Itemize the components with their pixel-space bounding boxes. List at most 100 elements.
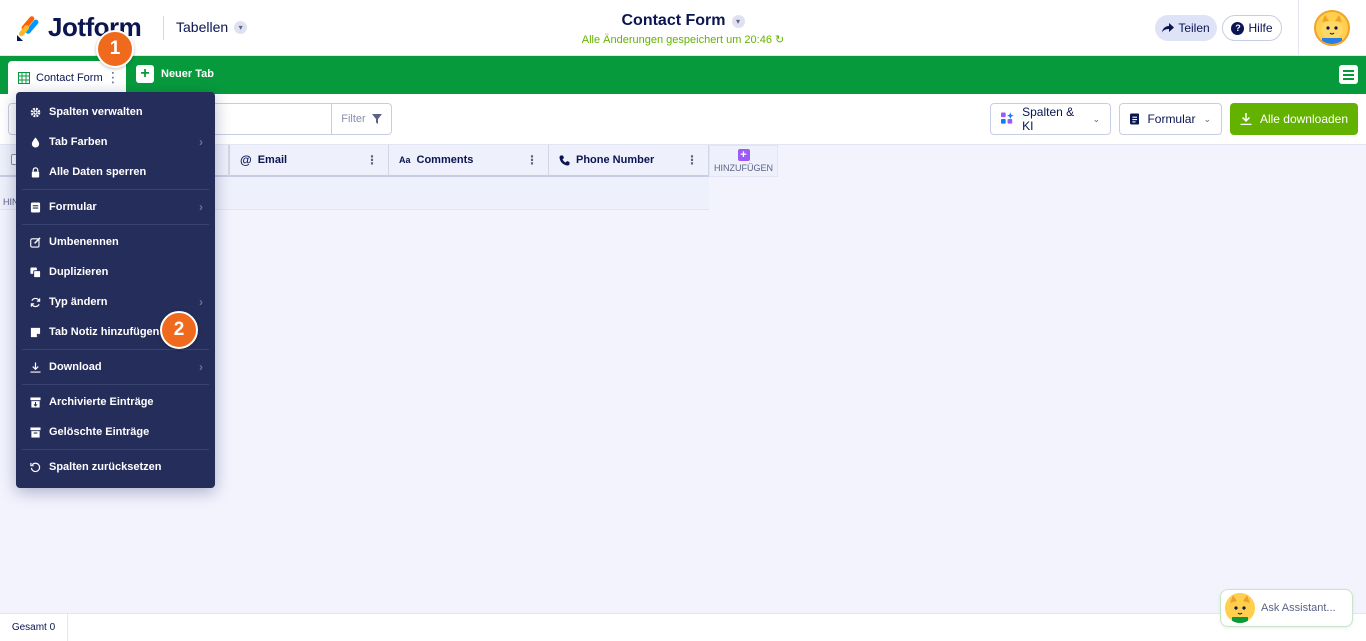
menu-item-duplicate[interactable]: Duplizieren	[16, 257, 215, 287]
header-divider	[1298, 0, 1299, 56]
step-badge-2: 2	[160, 311, 198, 349]
menu-line	[1343, 77, 1354, 80]
share-arrow-icon	[1162, 23, 1175, 33]
assistant-label: Ask Assistant...	[1261, 602, 1336, 614]
menu-item-tab-colors[interactable]: Tab Farben ›	[16, 127, 215, 157]
at-icon: @	[240, 153, 252, 167]
plus-icon: +	[737, 149, 750, 161]
menu-item-label: Umbenennen	[49, 236, 119, 248]
menu-item-label: Archivierte Einträge	[49, 396, 154, 408]
help-button[interactable]: ? Hilfe	[1222, 15, 1282, 41]
menu-item-label: Spalten verwalten	[49, 106, 143, 118]
menu-line	[1343, 73, 1354, 76]
chevron-down-icon: ⌄	[1203, 113, 1211, 124]
sparkle-grid-icon	[1001, 112, 1014, 124]
chevron-right-icon: ›	[199, 360, 203, 374]
refresh-icon: ↻	[775, 34, 785, 46]
tab-context-menu: Spalten verwalten Tab Farben › Alle Date…	[16, 92, 215, 488]
download-icon	[1240, 113, 1252, 125]
menu-divider	[22, 449, 209, 450]
download-all-label: Alle downloaden	[1259, 112, 1349, 126]
column-header-email[interactable]: @ Email ⋮	[229, 145, 389, 177]
filter-button[interactable]: Filter	[331, 104, 391, 134]
menu-item-deleted-entries[interactable]: Gelöschte Einträge	[16, 417, 215, 447]
archive-icon	[30, 396, 41, 408]
share-label: Teilen	[1178, 21, 1210, 35]
menu-item-manage-columns[interactable]: Spalten verwalten	[16, 97, 215, 127]
share-button[interactable]: Teilen	[1155, 15, 1217, 41]
download-all-button[interactable]: Alle downloaden	[1230, 103, 1358, 135]
chevron-down-icon: ⌄	[1092, 113, 1100, 124]
menu-item-label: Typ ändern	[49, 296, 108, 308]
filter-label: Filter	[341, 113, 366, 125]
new-tab-label: Neuer Tab	[161, 68, 214, 80]
app-header: Jotform Tabellen ▾ Contact Form ▾ Alle Ä…	[0, 0, 1366, 56]
menu-item-label: Tab Notiz hinzufügen	[49, 326, 160, 338]
form-button[interactable]: Formular ⌄	[1119, 103, 1222, 135]
menu-item-download[interactable]: Download ›	[16, 352, 215, 382]
column-label: Phone Number	[576, 154, 655, 166]
column-header-phone[interactable]: Phone Number ⋮	[549, 145, 709, 177]
kebab-menu-icon[interactable]: ⋮	[526, 154, 538, 166]
add-column-button[interactable]: + HINZUFÜGEN	[709, 145, 778, 177]
menu-line	[1343, 69, 1354, 72]
menu-item-label: Gelöschte Einträge	[49, 426, 150, 438]
reset-icon	[30, 462, 41, 472]
menu-item-label: Duplizieren	[49, 266, 109, 278]
page-title-text: Contact Form	[621, 12, 726, 29]
tab-label: Contact Form	[36, 71, 103, 84]
column-label: Email	[257, 154, 288, 166]
menu-item-reset-columns[interactable]: Spalten zurücksetzen	[16, 452, 215, 482]
menu-item-lock-data[interactable]: Alle Daten sperren	[16, 157, 215, 187]
menu-item-label: Download	[49, 361, 102, 373]
chevron-right-icon: ›	[199, 295, 203, 309]
step-badge-1: 1	[96, 30, 134, 68]
menu-item-label: Tab Farben	[49, 136, 108, 148]
cat-avatar-icon	[1316, 12, 1348, 44]
menu-item-form[interactable]: Formular ›	[16, 192, 215, 222]
menu-item-label: Spalten zurücksetzen	[49, 461, 162, 473]
filter-funnel-icon	[371, 114, 382, 124]
gear-icon	[30, 107, 41, 117]
avatar[interactable]	[1314, 10, 1350, 46]
edit-icon	[30, 236, 41, 248]
new-tab-button[interactable]: + Neuer Tab	[136, 65, 214, 83]
total-count: Gesamt 0	[0, 614, 68, 641]
ask-assistant-button[interactable]: Ask Assistant...	[1220, 589, 1353, 627]
plus-icon: +	[136, 65, 154, 83]
menu-item-label: Alle Daten sperren	[49, 166, 147, 178]
kebab-menu-icon[interactable]: ⋮	[106, 70, 120, 84]
cat-assistant-icon	[1225, 593, 1255, 623]
column-label: Comments	[416, 154, 474, 166]
duplicate-icon	[30, 266, 41, 278]
column-header-comments[interactable]: Aa Comments ⋮	[389, 145, 549, 177]
phone-icon	[559, 155, 570, 165]
menu-item-archived-entries[interactable]: Archivierte Einträge	[16, 387, 215, 417]
form-icon	[30, 201, 41, 213]
kebab-menu-icon[interactable]: ⋮	[366, 154, 378, 166]
menu-item-label: Formular	[49, 201, 97, 213]
droplet-icon	[31, 136, 40, 148]
menu-item-rename[interactable]: Umbenennen	[16, 227, 215, 257]
download-icon	[30, 361, 41, 373]
chevron-down-icon: ▾	[731, 14, 745, 28]
menu-divider	[22, 224, 209, 225]
form-label: Formular	[1147, 112, 1196, 126]
save-status-text: Alle Änderungen gespeichert um 20:46	[581, 34, 772, 46]
footer: Gesamt 0	[0, 613, 1366, 641]
table-grid-icon	[18, 71, 30, 84]
columns-ai-label: Spalten & KI	[1022, 105, 1075, 133]
columns-ai-button[interactable]: Spalten & KI ⌄	[990, 103, 1111, 135]
lock-icon	[31, 166, 40, 178]
menu-divider	[22, 349, 209, 350]
chevron-right-icon: ›	[199, 200, 203, 214]
page-title[interactable]: Contact Form ▾	[622, 12, 745, 30]
form-document-icon	[1130, 113, 1140, 125]
chevron-right-icon: ›	[199, 135, 203, 149]
trash-icon	[30, 426, 41, 438]
text-icon: Aa	[399, 155, 411, 165]
menu-divider	[22, 189, 209, 190]
hamburger-menu-button[interactable]	[1339, 65, 1358, 84]
help-icon: ?	[1231, 21, 1245, 35]
kebab-menu-icon[interactable]: ⋮	[686, 154, 698, 166]
